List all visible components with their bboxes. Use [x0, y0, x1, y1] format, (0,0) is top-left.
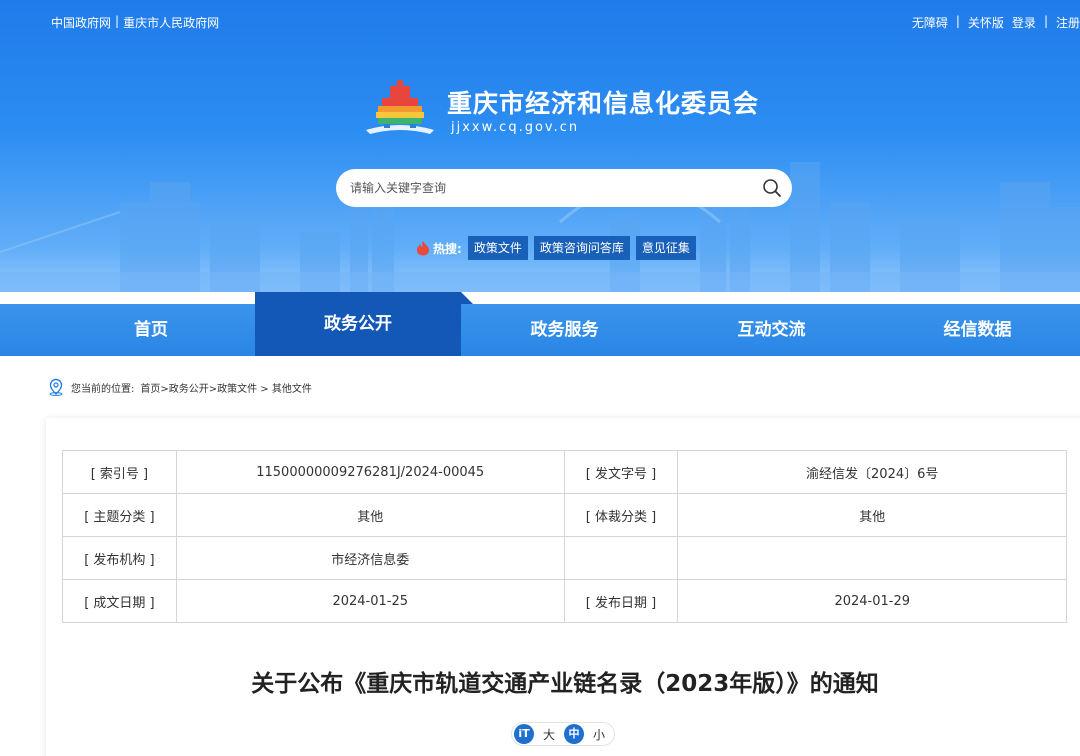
meta-label-publish-date: [ 发布日期 ]	[563, 579, 679, 623]
meta-value-genre: 其他	[677, 493, 1067, 537]
login-link[interactable]: 登录	[1012, 14, 1036, 31]
accessibility-link[interactable]: 无障碍	[912, 14, 948, 31]
hot-search-text: 热搜:	[433, 241, 462, 256]
meta-empty-cell	[563, 536, 679, 580]
document-title: 关于公布《重庆市轨道交通产业链名录（2023年版）》的通知	[251, 671, 879, 697]
link-cq-gov[interactable]: 重庆市人民政府网	[123, 14, 219, 31]
breadcrumb-path[interactable]: 首页>政务公开>政策文件 > 其他文件	[140, 380, 312, 395]
link-gov-cn[interactable]: 中国政府网	[51, 14, 111, 31]
hot-search-label: 热搜:	[416, 240, 462, 257]
nav-item-interaction[interactable]: 互动交流	[668, 304, 875, 356]
font-size-medium-selected[interactable]: 中	[564, 724, 585, 744]
city-skyline-illustration	[0, 162, 1080, 292]
header-banner: 中国政府网 | 重庆市人民政府网 无障碍 | 关怀版 登录 | 注册 重庆市经济…	[0, 0, 1080, 292]
hot-tag-opinion[interactable]: 意见征集	[635, 236, 696, 260]
meta-label-genre: [ 体裁分类 ]	[563, 493, 679, 537]
meta-value-publish-date: 2024-01-29	[677, 579, 1067, 623]
user-links: 无障碍 | 关怀版 登录 | 注册	[912, 14, 1080, 31]
site-logo[interactable]: 重庆市经济和信息化委员会 jjxxw.cq.gov.cn	[360, 78, 780, 140]
document-meta-table: [ 索引号 ] 11500000009276281J/2024-00045 [ …	[62, 450, 1067, 623]
nav-item-gov-services[interactable]: 政务服务	[461, 304, 668, 356]
font-size-small[interactable]: 小	[590, 726, 608, 743]
table-row: [ 索引号 ] 11500000009276281J/2024-00045 [ …	[62, 450, 1067, 494]
divider: |	[115, 14, 120, 28]
table-row: [ 主题分类 ] 其他 [ 体裁分类 ] 其他	[62, 493, 1067, 537]
nav-item-data[interactable]: 经信数据	[875, 304, 1080, 356]
nav-item-gov-affairs-active[interactable]: 政务公开	[255, 292, 461, 356]
table-row: [ 成文日期 ] 2024-01-25 [ 发布日期 ] 2024-01-29	[62, 579, 1067, 623]
meta-label-index: [ 索引号 ]	[62, 450, 177, 494]
site-domain: jjxxw.cq.gov.cn	[451, 120, 580, 135]
nav-item-home[interactable]: 首页	[47, 304, 255, 356]
flame-icon	[417, 241, 429, 256]
table-row: [ 发布机构 ] 市经济信息委	[62, 536, 1067, 580]
meta-value-written-date: 2024-01-25	[175, 579, 565, 623]
search-box	[336, 169, 792, 207]
search-icon[interactable]	[762, 178, 782, 198]
hot-search-bar: 热搜: 政策文件 政策咨询问答库 意见征集	[416, 236, 696, 260]
meta-value-doc-number: 渝经信发〔2024〕6号	[677, 450, 1067, 494]
breadcrumb: 您当前的位置: 首页>政务公开>政策文件 > 其他文件	[47, 378, 312, 396]
meta-empty-cell	[677, 536, 1067, 580]
nav-active-notch	[461, 292, 473, 304]
divider: |	[955, 14, 960, 28]
meta-label-publisher: [ 发布机构 ]	[62, 536, 177, 580]
meta-value-publisher: 市经济信息委	[175, 536, 565, 580]
top-utility-bar: 中国政府网 | 重庆市人民政府网 无障碍 | 关怀版 登录 | 注册	[0, 14, 1080, 32]
breadcrumb-prefix: 您当前的位置:	[71, 383, 135, 395]
meta-value-index: 11500000009276281J/2024-00045	[175, 450, 565, 494]
care-mode-link[interactable]: 关怀版	[968, 14, 1004, 31]
site-name: 重庆市经济和信息化委员会	[447, 89, 760, 118]
register-link[interactable]: 注册	[1056, 14, 1080, 31]
location-pin-icon	[49, 378, 63, 396]
font-size-large[interactable]: 大	[540, 726, 558, 743]
search-input[interactable]	[350, 178, 750, 198]
meta-label-doc-number: [ 发文字号 ]	[563, 450, 679, 494]
main-nav: 首页 政务服务 互动交流 经信数据	[0, 304, 1080, 356]
emblem-icon	[366, 80, 434, 134]
meta-label-topic: [ 主题分类 ]	[62, 493, 177, 537]
meta-label-written-date: [ 成文日期 ]	[62, 579, 177, 623]
hot-tag-policy-files[interactable]: 政策文件	[467, 236, 528, 260]
font-size-switcher: iT 大 中 小	[511, 722, 616, 746]
meta-value-topic: 其他	[175, 493, 565, 537]
font-size-icon: iT	[514, 724, 534, 744]
hot-tag-policy-qa[interactable]: 政策咨询问答库	[533, 236, 630, 260]
divider: |	[1043, 14, 1048, 28]
external-links: 中国政府网 | 重庆市人民政府网	[51, 14, 219, 31]
